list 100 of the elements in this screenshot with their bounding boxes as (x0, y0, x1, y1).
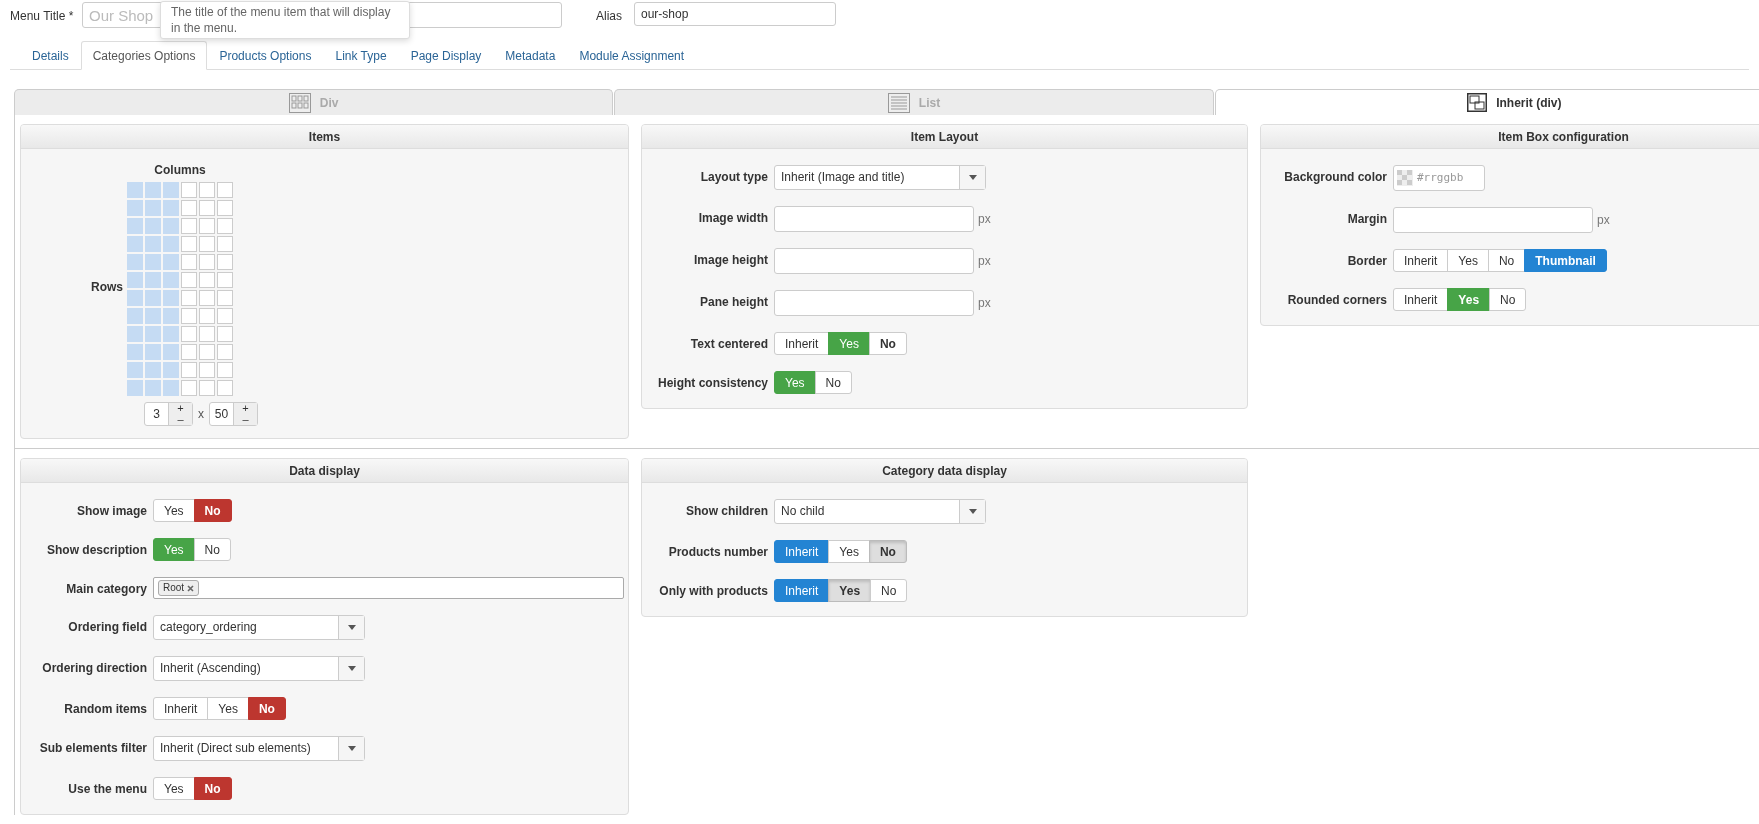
tab[interactable]: Products Options (207, 41, 324, 70)
grid-cell[interactable] (145, 218, 161, 234)
toggle-option[interactable]: No (1487, 249, 1526, 272)
grid-cell[interactable] (199, 362, 215, 378)
number-stepper[interactable]: 50 + – (209, 402, 258, 426)
grid-cell[interactable] (217, 200, 233, 216)
grid-cell[interactable] (145, 254, 161, 270)
grid-cell[interactable] (127, 290, 143, 306)
tab[interactable]: Link Type (323, 41, 399, 70)
decrement-button[interactable]: – (177, 414, 184, 425)
increment-button[interactable]: + (242, 403, 249, 414)
grid-cell[interactable] (199, 326, 215, 342)
toggle-option[interactable]: Yes (828, 540, 870, 563)
grid-cell[interactable] (163, 254, 179, 270)
grid-cell[interactable] (145, 308, 161, 324)
tab[interactable]: Page Display (398, 41, 494, 70)
grid-cell[interactable] (163, 362, 179, 378)
grid-cell[interactable] (181, 236, 197, 252)
tab[interactable]: Module Assignment (567, 41, 697, 70)
grid-cell[interactable] (145, 344, 161, 360)
select-field[interactable]: Inherit (Direct sub elements) (153, 736, 365, 761)
grid-cell[interactable] (199, 308, 215, 324)
grid-cell[interactable] (181, 308, 197, 324)
grid-cell[interactable] (199, 182, 215, 198)
grid-cell[interactable] (217, 326, 233, 342)
grid-cell[interactable] (127, 344, 143, 360)
remove-icon[interactable] (187, 584, 195, 592)
toggle-option[interactable]: No (1489, 288, 1527, 311)
grid-cell[interactable] (217, 290, 233, 306)
tag-chip[interactable]: Root (158, 580, 200, 596)
grid-cell[interactable] (181, 362, 197, 378)
grid-cell[interactable] (145, 272, 161, 288)
grid-cell[interactable] (217, 308, 233, 324)
grid-cell[interactable] (127, 308, 143, 324)
grid-cell[interactable] (127, 236, 143, 252)
grid-cell[interactable] (163, 308, 179, 324)
grid-cell[interactable] (181, 182, 197, 198)
grid-cell[interactable] (181, 218, 197, 234)
grid-cell[interactable] (127, 218, 143, 234)
toggle-option[interactable]: No (193, 538, 231, 561)
grid-cell[interactable] (163, 200, 179, 216)
grid-cell[interactable] (145, 326, 161, 342)
grid-cell[interactable] (163, 272, 179, 288)
text-field[interactable] (774, 248, 974, 274)
grid-cell[interactable] (163, 344, 179, 360)
grid-cell[interactable] (199, 344, 215, 360)
tab[interactable]: Details (20, 41, 81, 70)
tags-field[interactable]: Root (153, 577, 624, 599)
alias-field[interactable]: our-shop (634, 2, 836, 26)
select-field[interactable]: Inherit (Image and title) (774, 165, 986, 190)
toggle-option[interactable]: Yes (153, 499, 195, 522)
grid-cell[interactable] (163, 218, 179, 234)
text-field[interactable] (774, 206, 974, 232)
grid-cell[interactable] (199, 272, 215, 288)
layout-tab[interactable]: Inherit (div) (1214, 89, 1759, 115)
grid-cell[interactable] (199, 380, 215, 396)
grid-cell[interactable] (163, 380, 179, 396)
select-field[interactable]: category_ordering (153, 615, 365, 640)
grid-cell[interactable] (127, 380, 143, 396)
grid-picker[interactable] (127, 182, 233, 396)
grid-cell[interactable] (127, 254, 143, 270)
grid-cell[interactable] (145, 200, 161, 216)
increment-button[interactable]: + (177, 403, 184, 414)
grid-cell[interactable] (199, 236, 215, 252)
grid-cell[interactable] (163, 290, 179, 306)
grid-cell[interactable] (145, 182, 161, 198)
grid-cell[interactable] (127, 362, 143, 378)
grid-cell[interactable] (145, 236, 161, 252)
grid-cell[interactable] (127, 326, 143, 342)
grid-cell[interactable] (217, 236, 233, 252)
toggle-option[interactable]: No (814, 371, 852, 394)
toggle-option[interactable]: No (247, 697, 286, 720)
grid-cell[interactable] (217, 182, 233, 198)
grid-cell[interactable] (127, 272, 143, 288)
grid-cell[interactable] (217, 380, 233, 396)
grid-cell[interactable] (181, 344, 197, 360)
toggle-option[interactable]: Inherit (1393, 288, 1449, 311)
grid-cell[interactable] (199, 254, 215, 270)
grid-cell[interactable] (199, 200, 215, 216)
select-field[interactable]: No child (774, 499, 986, 524)
grid-cell[interactable] (181, 272, 197, 288)
decrement-button[interactable]: – (242, 414, 249, 425)
grid-cell[interactable] (217, 218, 233, 234)
toggle-option[interactable]: Inherit (774, 332, 830, 355)
toggle-option[interactable]: Yes (207, 697, 249, 720)
toggle-option[interactable]: No (870, 579, 908, 602)
grid-cell[interactable] (145, 362, 161, 378)
toggle-option[interactable]: Thumbnail (1524, 249, 1607, 272)
grid-cell[interactable] (163, 326, 179, 342)
grid-cell[interactable] (127, 182, 143, 198)
toggle-option[interactable]: Inherit (774, 540, 830, 563)
toggle-option[interactable]: Yes (1447, 249, 1489, 272)
toggle-option[interactable]: No (868, 332, 907, 355)
grid-cell[interactable] (145, 380, 161, 396)
grid-cell[interactable] (217, 272, 233, 288)
grid-cell[interactable] (127, 200, 143, 216)
grid-cell[interactable] (163, 236, 179, 252)
text-field[interactable] (774, 290, 974, 316)
tab[interactable]: Metadata (493, 41, 568, 70)
grid-cell[interactable] (145, 290, 161, 306)
